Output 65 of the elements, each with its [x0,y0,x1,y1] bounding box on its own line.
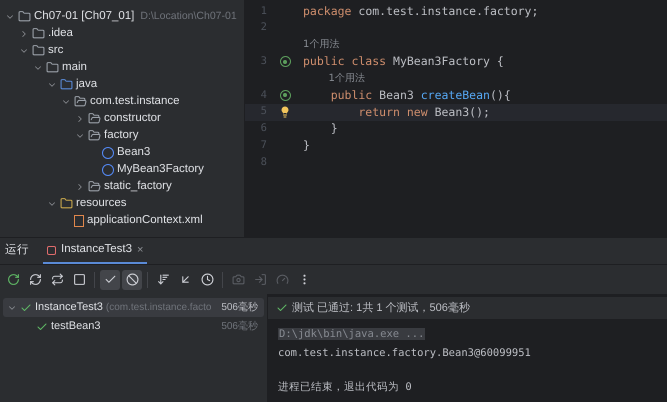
package-icon [88,180,101,193]
stop-icon [72,273,86,286]
xml-file-icon [74,214,84,226]
console-output: 进程已结束，退出代码为 0 [278,380,413,394]
module-path: D:\Location\Ch07-01 [140,8,237,24]
code-line: public Bean3 createBean(){ [330,86,511,104]
usage-hint[interactable]: 1个用法 [328,71,365,86]
tree-item-label[interactable]: constructor [104,110,161,128]
history-icon [200,273,214,286]
sort-icon [156,273,170,286]
run-tab[interactable]: InstanceTest3 × [43,238,148,264]
tree-item-label[interactable]: main [62,58,87,76]
tab-close-button[interactable]: × [136,244,144,256]
show-ignored-button[interactable] [122,270,142,290]
tree-item-label[interactable]: com.test.instance [90,92,180,110]
bean-gutter-icon[interactable] [280,90,290,101]
code-line: } [303,137,310,154]
package-icon [88,129,101,142]
console-output: com.test.instance.factory.Bean3@60099951 [278,346,532,361]
gauge-icon [276,273,288,286]
test-name: InstanceTest3 [35,300,103,316]
tree-item-label[interactable]: applicationContext.xml [87,212,203,230]
package-icon [74,95,87,108]
rerun-icon [6,273,20,286]
test-row[interactable]: InstanceTest3 (com.test.instance.facto 506毫秒 [3,298,264,317]
auto-test-icon [50,273,64,286]
folder-icon [32,44,45,57]
code-line: } [330,120,338,138]
class-icon [102,146,114,158]
tree-item-label[interactable]: MyBean3Factory [117,160,204,178]
panel-title: 运行 [5,242,29,258]
test-row[interactable]: testBean3 506毫秒 [3,317,264,336]
module-folder-icon [18,10,31,23]
tree-item-label[interactable]: src [48,42,64,60]
run-config-icon [47,246,56,254]
folder-icon [46,61,59,74]
test-summary: 测试 已通过: 1共 1 个测试，506毫秒 [292,300,470,316]
code-line: package com.test.instance.factory; [303,2,538,20]
source-folder-icon [60,78,73,91]
test-name: testBean3 [51,319,101,334]
resources-folder-icon [60,197,73,210]
folder-icon [32,27,45,40]
test-class-path: (com.test.instance.facto [106,301,212,315]
bean-gutter-icon[interactable] [280,56,290,68]
test-duration: 506毫秒 [221,300,258,315]
export-icon [254,273,266,286]
code-line: public class MyBean3Factory { [303,53,504,70]
tree-item-label[interactable]: .idea [48,24,73,42]
tree-item-label[interactable]: static_factory [104,178,172,196]
show-passed-button[interactable] [100,270,120,290]
rerun-failed-icon [28,273,42,286]
package-icon [88,112,101,125]
test-duration: 506毫秒 [221,320,258,334]
show-ignored-icon [126,273,138,286]
usage-hint[interactable]: 1个用法 [303,37,340,52]
tree-item-label[interactable]: java [76,76,98,94]
class-icon [102,164,114,176]
tree-item-label[interactable]: Bean3 [117,144,150,162]
tree-item-label[interactable]: resources [76,194,126,212]
tree-item-label[interactable]: factory [104,126,139,144]
tab-label: InstanceTest3 [61,242,132,258]
code-line: return new Bean3(); [357,104,490,121]
camera-icon [232,273,244,286]
tree-item-label[interactable]: Ch07-01 [Ch07_01] [34,8,134,26]
lightbulb-icon[interactable] [279,106,291,118]
